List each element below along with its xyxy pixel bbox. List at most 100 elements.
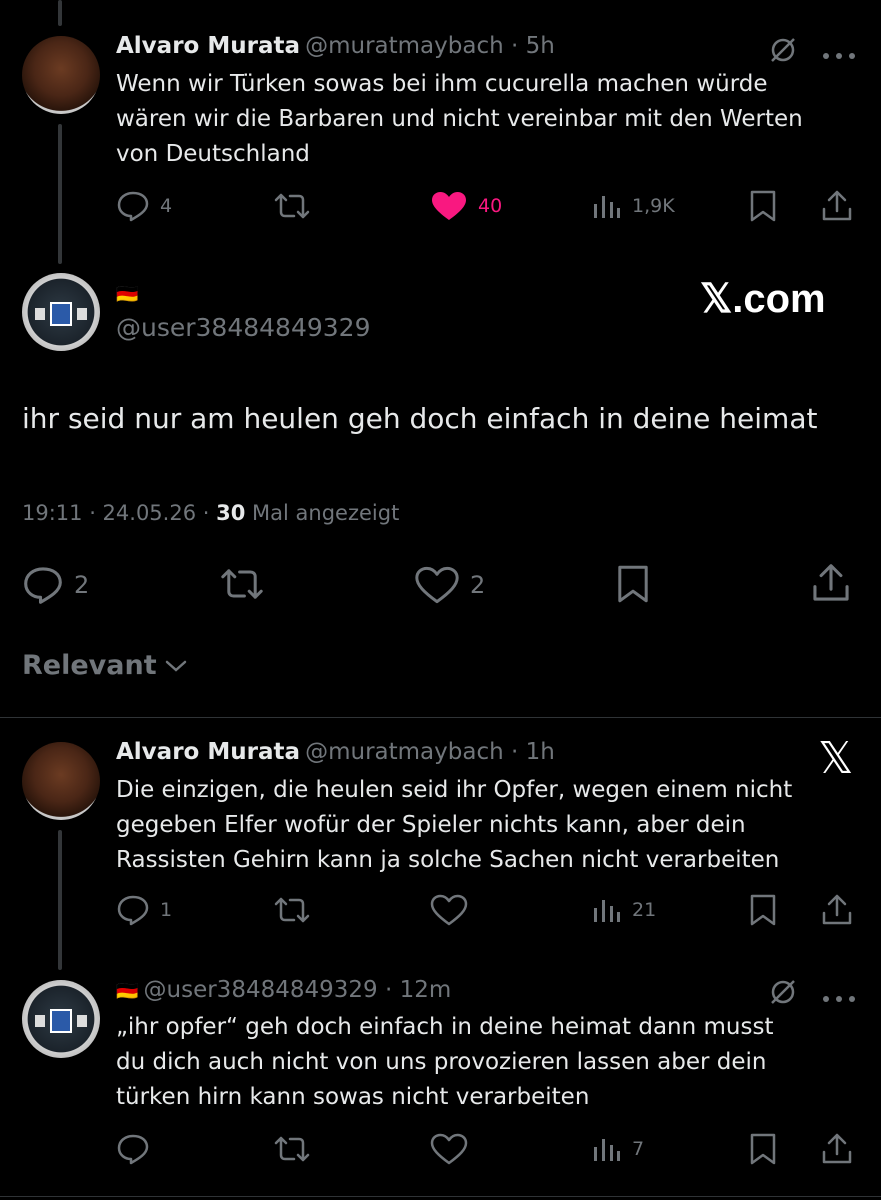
reply2-flag: 🇩🇪 bbox=[116, 981, 139, 1002]
main-handle[interactable]: @user38484849329 bbox=[116, 313, 371, 342]
reply2-line-1: „ihr opfer“ geh doch einfach in deine he… bbox=[116, 1014, 774, 1040]
share-icon bbox=[813, 564, 849, 601]
avatar-alvaro[interactable] bbox=[22, 36, 100, 114]
divider bbox=[0, 717, 881, 718]
reply2-text: „ihr opfer“ geh doch einfach in deine he… bbox=[116, 1010, 876, 1115]
reply1-views-button[interactable]: 21 bbox=[592, 896, 656, 924]
reply1-name[interactable]: Alvaro Murata bbox=[116, 739, 300, 765]
main-share-button[interactable] bbox=[810, 562, 852, 604]
heart-filled-icon bbox=[432, 192, 466, 220]
reply2-bookmark-button[interactable] bbox=[748, 1133, 778, 1165]
reply1-like-button[interactable] bbox=[430, 894, 468, 926]
views-button[interactable]: 1,9K bbox=[592, 192, 675, 220]
share-button[interactable] bbox=[820, 189, 854, 223]
main-meta: 19:11 · 24.05.26 · 30 Mal angezeigt bbox=[22, 501, 399, 525]
schalke-logo-icon bbox=[35, 1009, 87, 1033]
bookmark-icon bbox=[750, 190, 776, 222]
reply1-views-count: 21 bbox=[632, 899, 657, 921]
avatar-alvaro-reply[interactable] bbox=[22, 742, 100, 820]
avatar-user-reply[interactable] bbox=[22, 980, 100, 1058]
reply2-retweet-button[interactable] bbox=[272, 1135, 312, 1163]
reply2-line-3: türken hirn kann sowas nicht verarbeiten bbox=[116, 1084, 590, 1110]
more-icon[interactable] bbox=[822, 988, 856, 1007]
reply2-like-button[interactable] bbox=[430, 1133, 468, 1165]
reply-icon bbox=[117, 1134, 149, 1165]
main-like-count: 2 bbox=[470, 571, 486, 599]
thread-line-2 bbox=[58, 830, 62, 970]
x-com-watermark: 𝕏.com bbox=[700, 277, 826, 321]
reply1-handle-time[interactable]: @muratmaybach · 1h bbox=[305, 739, 555, 765]
reply1-line-2: gegeben Elfer wofür der Spieler nichts k… bbox=[116, 812, 746, 838]
reply2-share-button[interactable] bbox=[820, 1132, 854, 1166]
reply-icon bbox=[24, 567, 62, 604]
tweet1-line-1: Wenn wir Türken sowas bei ihm cucurella … bbox=[116, 71, 768, 97]
reply1-line-3: Rassisten Gehirn kann ja solche Sachen n… bbox=[116, 847, 780, 873]
heart-icon bbox=[430, 894, 468, 926]
main-reply-count: 2 bbox=[74, 571, 90, 599]
bookmark-icon bbox=[750, 1133, 776, 1165]
main-like-button[interactable]: 2 bbox=[414, 566, 485, 604]
views-count: 1,9K bbox=[632, 195, 675, 217]
reply-count: 4 bbox=[160, 195, 173, 217]
tweet1-name[interactable]: Alvaro Murata bbox=[116, 33, 300, 59]
reply2-views-button[interactable]: 7 bbox=[592, 1135, 644, 1163]
retweet-icon bbox=[274, 1136, 310, 1162]
thread-line-top bbox=[58, 0, 62, 26]
main-retweet-button[interactable] bbox=[218, 567, 266, 601]
retweet-icon bbox=[274, 193, 310, 219]
tweet1-line-3: von Deutschland bbox=[116, 141, 310, 167]
sort-label: Relevant bbox=[22, 650, 157, 681]
share-icon bbox=[822, 190, 852, 221]
like-button[interactable]: 40 bbox=[430, 190, 502, 222]
main-time: 19:11 · 24.05.26 · bbox=[22, 501, 210, 525]
bookmark-button[interactable] bbox=[748, 190, 778, 222]
reply2-handle-time[interactable]: @user38484849329 · 12m bbox=[144, 977, 452, 1003]
main-view-count: 30 bbox=[216, 501, 246, 525]
more-icon[interactable] bbox=[822, 45, 856, 64]
heart-icon bbox=[430, 1133, 468, 1165]
main-bookmark-button[interactable] bbox=[615, 564, 651, 604]
heart-icon bbox=[415, 566, 459, 604]
reply-icon bbox=[117, 191, 149, 222]
reply-button[interactable]: 4 bbox=[116, 190, 172, 222]
sort-dropdown[interactable]: Relevant bbox=[22, 650, 187, 681]
retweet-button[interactable] bbox=[272, 192, 312, 220]
views-icon bbox=[594, 196, 620, 218]
bookmark-icon bbox=[618, 565, 648, 603]
reply1-header: Alvaro Murata @muratmaybach · 1h bbox=[116, 739, 555, 765]
reply1-text: Die einzigen, die heulen seid ihr Opfer,… bbox=[116, 773, 876, 878]
tweet1-line-2: wären wir die Barbaren und nicht vereinb… bbox=[116, 106, 803, 132]
views-icon bbox=[594, 1139, 620, 1161]
reply-icon bbox=[117, 895, 149, 926]
tweet1-header: Alvaro Murata @muratmaybach · 5h bbox=[116, 33, 555, 59]
reply1-line-1: Die einzigen, die heulen seid ihr Opfer,… bbox=[116, 777, 793, 803]
reply1-reply-count: 1 bbox=[160, 899, 173, 921]
reply2-reply-button[interactable] bbox=[116, 1133, 150, 1165]
share-icon bbox=[822, 1133, 852, 1164]
tweet1-text: Wenn wir Türken sowas bei ihm cucurella … bbox=[116, 67, 876, 172]
share-icon bbox=[822, 894, 852, 925]
chevron-down-icon bbox=[165, 660, 186, 672]
grok-icon[interactable] bbox=[768, 977, 798, 1011]
reply1-reply-button[interactable]: 1 bbox=[116, 894, 172, 926]
main-text: ihr seid nur am heulen geh doch einfach … bbox=[22, 402, 818, 435]
retweet-icon bbox=[274, 897, 310, 923]
reply1-bookmark-button[interactable] bbox=[748, 894, 778, 926]
bookmark-icon bbox=[750, 894, 776, 926]
thread-line-1 bbox=[58, 124, 62, 264]
reply1-retweet-button[interactable] bbox=[272, 896, 312, 924]
divider-bottom bbox=[0, 1196, 881, 1197]
schalke-logo-icon bbox=[35, 302, 87, 326]
grok-icon[interactable] bbox=[768, 35, 798, 69]
main-reply-button[interactable]: 2 bbox=[22, 565, 89, 605]
views-icon bbox=[594, 900, 620, 922]
main-flag: 🇩🇪 bbox=[116, 284, 139, 305]
reply1-share-button[interactable] bbox=[820, 893, 854, 927]
tweet1-handle-time[interactable]: @muratmaybach · 5h bbox=[305, 33, 555, 59]
avatar-user[interactable] bbox=[22, 273, 100, 351]
like-count: 40 bbox=[478, 195, 503, 217]
main-view-label: Mal angezeigt bbox=[252, 501, 400, 525]
reply2-header: 🇩🇪 @user38484849329 · 12m bbox=[116, 977, 451, 1003]
reply2-line-2: du dich auch nicht von uns provozieren l… bbox=[116, 1049, 767, 1075]
reply2-views-count: 7 bbox=[632, 1138, 645, 1160]
